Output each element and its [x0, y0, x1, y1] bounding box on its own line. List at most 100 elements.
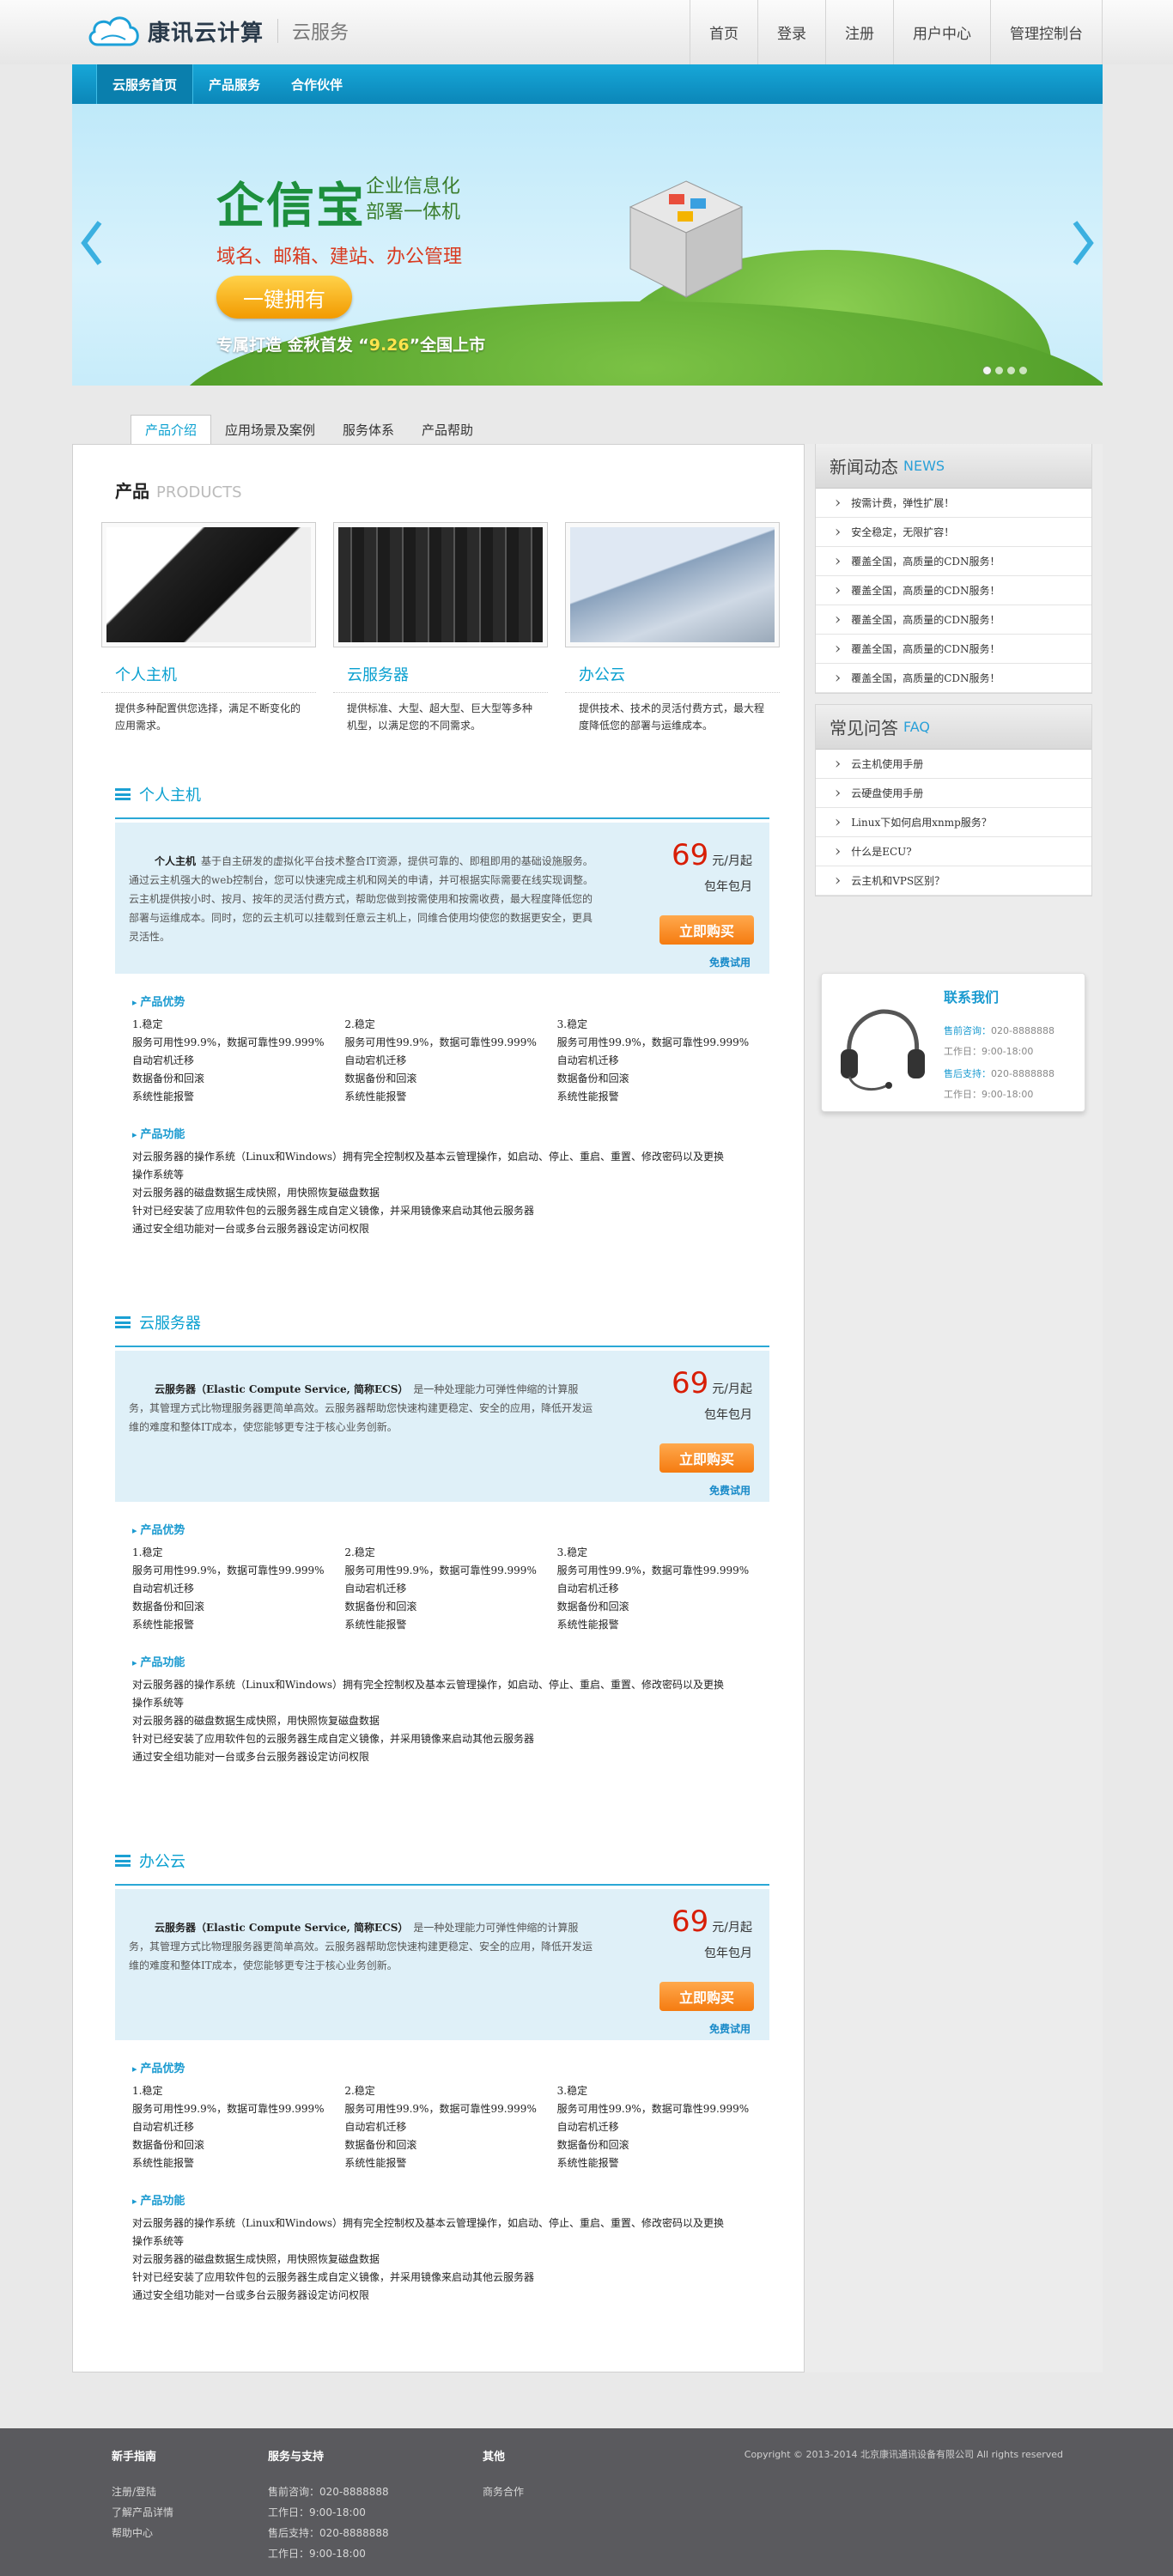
advantages-columns: 1.稳定 服务可用性99.9%，数据可靠性99.999% 自动宕机迁移 数据备份和回滚… — [132, 1546, 750, 1631]
products-heading: 产品 PRODUCTS — [115, 481, 242, 501]
news-item[interactable]: 覆盖全国，高质量的CDN服务！ — [816, 576, 1091, 605]
advantages-heading: 产品优势 — [115, 993, 769, 1009]
support-line: 售后支持：020-8888888 — [944, 1068, 1054, 1079]
news-box: 新闻动态NEWS 按需计费，弹性扩展！ 安全稳定，无限扩容！ 覆盖全国，高质量的… — [815, 444, 1092, 694]
news-item[interactable]: 覆盖全国，高质量的CDN服务！ — [816, 635, 1091, 664]
buy-now-button[interactable]: 立即购买 — [659, 1443, 754, 1473]
carousel-dots[interactable] — [983, 367, 1027, 374]
nav-home[interactable]: 首页 — [690, 0, 757, 64]
product-info: 云服务器（Elastic Compute Service, 简称ECS） 是一种处… — [115, 1889, 769, 2040]
product-card-title[interactable]: 办公云 — [565, 663, 780, 693]
features-heading: 产品功能 — [115, 1125, 769, 1141]
banner-carousel[interactable]: 企信宝 企业信息化 部署一体机 域名、邮箱、建站、办公管理 一键拥有 专属打造 金… — [72, 104, 1103, 386]
advantages-heading: 产品优势 — [115, 2059, 769, 2075]
contact-card: 联系我们 售前咨询：020-8888888 工作日：9:00-18:00 售后支… — [821, 973, 1085, 1112]
news-item[interactable]: 覆盖全国，高质量的CDN服务！ — [816, 664, 1091, 693]
product-card[interactable]: 云服务器 提供标准、大型、超大型、巨大型等多种机型，以满足您的不同需求。 — [333, 522, 548, 734]
faq-item[interactable]: 什么是ECU? — [816, 837, 1091, 866]
banner-footnote: 专属打造 金秋首发 “9.26”全国上市 — [216, 336, 486, 355]
price: 69 元/月起 包年包月 — [672, 1366, 752, 1422]
news-item[interactable]: 覆盖全国，高质量的CDN服务！ — [816, 547, 1091, 576]
cloud-logo-icon — [88, 16, 139, 46]
nav-register[interactable]: 注册 — [825, 0, 893, 64]
top-bar: 康讯云计算 云服务 首页 登录 注册 用户中心 管理控制台 — [0, 0, 1173, 64]
product-card-desc: 提供技术、技术的灵活付费方式，最大程度降低您的部署与运维成本。 — [579, 702, 765, 732]
footer-link[interactable]: 帮助中心 — [112, 2523, 173, 2543]
faq-item[interactable]: 云主机和VPS区别？ — [816, 866, 1091, 896]
mainnav-partners[interactable]: 合作伙伴 — [276, 64, 358, 104]
faq-item[interactable]: 云主机使用手册 — [816, 750, 1091, 779]
advantages-columns: 1.稳定 服务可用性99.9%，数据可靠性99.999% 自动宕机迁移 数据备份和回滚… — [132, 2085, 750, 2169]
logo-divider — [277, 19, 279, 43]
footer-col-support: 服务与支持 售前咨询：020-8888888 工作日：9:00-18:00 售后… — [268, 2451, 389, 2560]
advantages-columns: 1.稳定 服务可用性99.9%，数据可靠性99.999% 自动宕机迁移 数据备份和回滚… — [132, 1018, 750, 1103]
logo[interactable]: 康讯云计算 云服务 — [86, 12, 349, 50]
logo-subtitle: 云服务 — [292, 22, 349, 44]
tab-scenarios[interactable]: 应用场景及案例 — [211, 416, 329, 444]
product-desc: 个人主机 基于自主研发的虚拟化平台技术整合IT资源，提供可靠的、即租即用的基础设施… — [129, 855, 594, 943]
tab-service-system[interactable]: 服务体系 — [329, 416, 408, 444]
price: 69 元/月起 包年包月 — [672, 838, 752, 894]
banner-subtitle: 企业信息化 部署一体机 — [366, 176, 461, 223]
support-hours: 工作日：9:00-18:00 — [944, 1089, 1034, 1100]
block-heading: 云服务器 — [115, 1311, 769, 1347]
presale-hours: 工作日：9:00-18:00 — [944, 1046, 1034, 1057]
sidebar: 新闻动态NEWS 按需计费，弹性扩展！ 安全稳定，无限扩容！ 覆盖全国，高质量的… — [804, 444, 1103, 2372]
news-heading: 新闻动态 NEWS — [816, 444, 1091, 489]
laptop-image — [565, 522, 780, 647]
price: 69 元/月起 包年包月 — [672, 1905, 752, 1960]
footer: 新手指南 注册/登陆 了解产品详情 帮助中心 服务与支持 售前咨询：020-88… — [0, 2428, 1173, 2576]
features-heading: 产品功能 — [115, 1653, 769, 1669]
copyright: Copyright © 2013-2014 北京康讯通讯设备有限公司 All r… — [744, 2449, 1063, 2460]
cube-icon — [629, 180, 744, 298]
product-desc: 云服务器（Elastic Compute Service, 简称ECS） 是一种处… — [129, 1922, 593, 1971]
tab-product-help[interactable]: 产品帮助 — [408, 416, 487, 444]
chevron-right-icon[interactable] — [1070, 217, 1096, 269]
server-room-image — [333, 522, 548, 647]
product-thumbnails: 个人主机 提供多种配置供您选择，满足不断变化的应用需求。 云服务器 提供标准、大… — [101, 522, 780, 734]
nav-login[interactable]: 登录 — [757, 0, 825, 64]
footer-col-guide: 新手指南 注册/登陆 了解产品详情 帮助中心 — [112, 2447, 173, 2543]
banner-cta-button[interactable]: 一键拥有 — [216, 276, 352, 319]
footer-link[interactable]: 注册/登陆 — [112, 2482, 173, 2502]
footer-link[interactable]: 了解产品详情 — [112, 2502, 173, 2523]
news-item[interactable]: 覆盖全国，高质量的CDN服务！ — [816, 605, 1091, 635]
tab-product-intro[interactable]: 产品介绍 — [131, 415, 212, 444]
product-info: 个人主机 基于自主研发的虚拟化平台技术整合IT资源，提供可靠的、即租即用的基础设施… — [115, 823, 769, 974]
buy-now-button[interactable]: 立即购买 — [659, 915, 754, 945]
block-heading: 办公云 — [115, 1850, 769, 1886]
free-trial-link[interactable]: 免费试用 — [709, 955, 751, 969]
faq-heading: 常见问答 FAQ — [816, 705, 1091, 750]
nav-console[interactable]: 管理控制台 — [990, 0, 1103, 64]
headset-icon — [841, 1009, 925, 1091]
buy-now-button[interactable]: 立即购买 — [659, 1982, 754, 2011]
banner-tagline: 域名、邮箱、建站、办公管理 — [216, 246, 463, 268]
product-desc: 云服务器（Elastic Compute Service, 简称ECS） 是一种处… — [129, 1383, 593, 1433]
advantages-heading: 产品优势 — [115, 1521, 769, 1537]
product-card-title[interactable]: 云服务器 — [333, 663, 548, 693]
presale-line: 售前咨询：020-8888888 — [944, 1025, 1054, 1036]
main-nav: 云服务首页 产品服务 合作伙伴 — [72, 64, 1103, 104]
free-trial-link[interactable]: 免费试用 — [709, 2021, 751, 2036]
footer-link[interactable]: 商务合作 — [483, 2482, 524, 2502]
free-trial-link[interactable]: 免费试用 — [709, 1483, 751, 1498]
contact-title: 联系我们 — [944, 989, 1000, 1005]
chevron-left-icon[interactable] — [79, 217, 105, 269]
top-nav: 首页 登录 注册 用户中心 管理控制台 — [690, 0, 1103, 64]
content-tabs: 产品介绍 应用场景及案例 服务体系 产品帮助 — [131, 415, 487, 444]
product-card-title[interactable]: 个人主机 — [101, 663, 316, 693]
product-block: 云服务器 云服务器（Elastic Compute Service, 简称ECS… — [115, 1311, 769, 1766]
product-card[interactable]: 办公云 提供技术、技术的灵活付费方式，最大程度降低您的部署与运维成本。 — [565, 522, 780, 734]
mainnav-cloud-home[interactable]: 云服务首页 — [96, 64, 194, 104]
nav-user-center[interactable]: 用户中心 — [893, 0, 990, 64]
faq-item[interactable]: 云硬盘使用手册 — [816, 779, 1091, 808]
logo-text: 康讯云计算 — [148, 20, 264, 46]
mainnav-products[interactable]: 产品服务 — [193, 64, 276, 104]
list-icon — [115, 1855, 131, 1867]
faq-item[interactable]: Linux下如何启用xnmp服务？ — [816, 808, 1091, 837]
product-card[interactable]: 个人主机 提供多种配置供您选择，满足不断变化的应用需求。 — [101, 522, 316, 734]
news-item[interactable]: 安全稳定，无限扩容！ — [816, 518, 1091, 547]
block-heading: 个人主机 — [115, 783, 769, 819]
product-card-desc: 提供标准、大型、超大型、巨大型等多种机型，以满足您的不同需求。 — [347, 702, 533, 732]
news-item[interactable]: 按需计费，弹性扩展！ — [816, 489, 1091, 518]
